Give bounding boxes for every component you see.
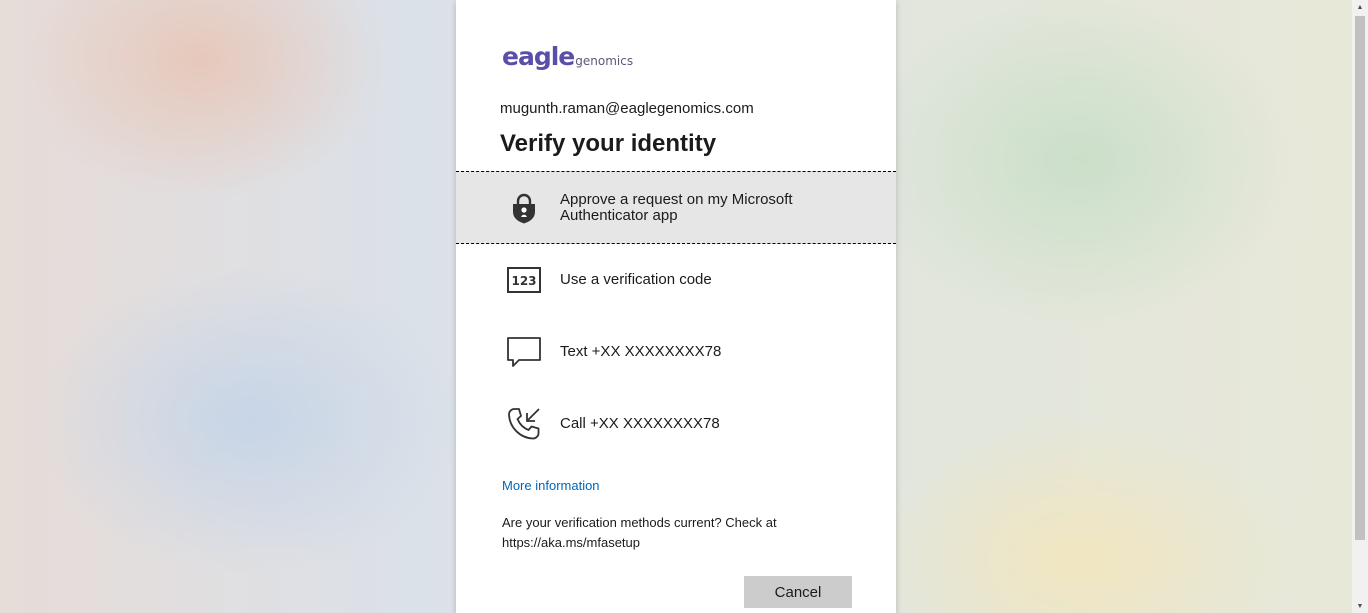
option-label: Use a verification code [560,271,712,288]
code-icon-text: 123 [511,274,536,288]
page-title: Verify your identity [500,130,717,157]
phone-call-icon [504,404,544,444]
verification-methods-note: Are your verification methods current? C… [502,515,777,550]
scrollbar[interactable]: ▲ ▼ [1351,0,1368,613]
scroll-down-arrow-icon[interactable]: ▼ [1352,599,1368,613]
eagle-genomics-logo: eagle genomics [502,42,633,82]
option-text-message[interactable]: Text +XX XXXXXXXX78 [456,316,896,388]
logo-main-text: eagle [502,42,575,71]
option-phone-call[interactable]: Call +XX XXXXXXXX78 [456,388,896,460]
user-email: mugunth.raman@eaglegenomics.com [500,100,754,117]
scroll-up-arrow-icon[interactable]: ▲ [1352,0,1368,14]
more-information-link[interactable]: More information [502,478,600,493]
cancel-button[interactable]: Cancel [744,576,852,608]
authenticator-lock-icon [504,188,544,228]
option-authenticator-app[interactable]: Approve a request on my Microsoft Authen… [456,171,896,244]
option-label: Approve a request on my Microsoft Authen… [560,190,793,224]
logo-sub-text: genomics [575,54,634,68]
option-label: Call +XX XXXXXXXX78 [560,415,720,432]
verification-code-icon: 123 [504,260,544,300]
option-label: Text +XX XXXXXXXX78 [560,343,722,360]
text-message-icon [504,332,544,372]
scrollbar-thumb[interactable] [1355,16,1365,540]
sign-in-card: eagle genomics mugunth.raman@eaglegenomi… [456,0,896,613]
option-verification-code[interactable]: 123 Use a verification code [456,244,896,316]
